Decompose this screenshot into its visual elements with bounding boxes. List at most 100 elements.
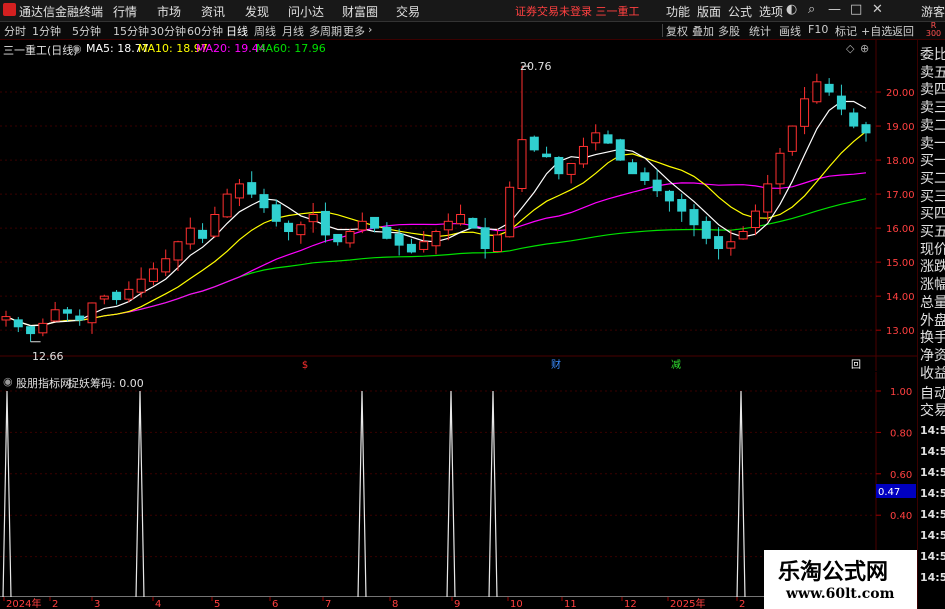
candle-body — [75, 315, 85, 321]
close-icon[interactable]: ✕ — [872, 2, 883, 17]
candle — [234, 178, 244, 207]
draw-line-button[interactable]: 画线 — [779, 23, 801, 39]
chevron-down-icon[interactable]: ◉ — [72, 42, 82, 55]
menu-item-trade[interactable]: 交易 — [396, 3, 420, 20]
indicator-menu-icon[interactable]: ◉ — [3, 375, 13, 388]
tab-monthly[interactable]: 月线 — [282, 23, 304, 39]
kline-chart[interactable]: 20.00 19.00 18.00 17.00 16.00 15.00 14.00 13.00… — [0, 40, 917, 371]
menu-item-quotes[interactable]: 行情 — [113, 3, 137, 20]
time-axis-label: 6 — [272, 599, 278, 609]
event-marker: $ — [302, 360, 308, 371]
candle — [1, 310, 11, 327]
menu-item-formula[interactable]: 公式 — [728, 3, 752, 20]
login-status[interactable]: 证券交易未登录 三一重工 — [515, 3, 640, 19]
user-label[interactable]: 游客 — [921, 3, 945, 20]
price-axis-label: 14.00 — [886, 292, 915, 303]
mark-button[interactable]: 标记 — [835, 23, 857, 39]
chevron-right-icon[interactable]: › — [368, 23, 372, 36]
minimize-icon[interactable]: — — [828, 2, 841, 17]
menu-item-layout[interactable]: 版面 — [697, 3, 721, 20]
menu-item-discover[interactable]: 发现 — [245, 3, 269, 20]
theme-icon[interactable]: ◐ — [786, 2, 797, 17]
menu-item-market[interactable]: 市场 — [157, 3, 181, 20]
hs300-badge[interactable]: R 300 — [922, 22, 945, 39]
settings-icon[interactable]: ⊕ — [860, 42, 869, 55]
maximize-icon[interactable]: □ — [850, 2, 862, 17]
candle-body — [271, 204, 281, 222]
candle-body — [812, 81, 822, 103]
sidebar-auto-trade[interactable]: 交易 — [920, 400, 945, 420]
candle-body — [714, 236, 724, 250]
time-axis-label: 2025年 — [670, 597, 705, 609]
menu-item-ask[interactable]: 问小达 — [288, 3, 324, 20]
diamond-icon[interactable]: ◇ — [846, 42, 854, 55]
candle-body — [198, 229, 208, 239]
candle-body — [419, 241, 429, 250]
tab-60min[interactable]: 60分钟 — [187, 23, 223, 39]
candle — [431, 229, 441, 255]
indicator-title: 股朋指标网 — [16, 377, 71, 390]
tab-1min[interactable]: 1分钟 — [32, 23, 61, 39]
candle-body — [640, 172, 650, 181]
price-axis-label: 17.00 — [886, 190, 915, 201]
candle — [529, 135, 539, 152]
event-markers: $ 财 减 回 — [302, 358, 861, 371]
trade-time: 14:56 — [920, 508, 945, 521]
candle — [62, 306, 72, 322]
candle — [124, 281, 134, 303]
candle-body — [112, 291, 122, 301]
price-axis-label: 19.00 — [886, 122, 915, 133]
candle — [112, 290, 122, 305]
candle-body — [308, 214, 318, 223]
tab-daily[interactable]: 日线 — [226, 23, 248, 39]
candle-body — [62, 309, 72, 314]
time-axis-label: 2 — [739, 599, 745, 609]
tab-30min[interactable]: 30分钟 — [150, 23, 186, 39]
tab-5min[interactable]: 5分钟 — [72, 23, 101, 39]
candle — [148, 262, 158, 286]
tab-weekly[interactable]: 周线 — [254, 23, 276, 39]
candle-body — [185, 227, 195, 245]
candle-body — [603, 134, 613, 144]
f10-button[interactable]: F10 — [808, 23, 828, 36]
candle-body — [234, 183, 244, 199]
menu-item-function[interactable]: 功能 — [666, 3, 690, 20]
candle — [812, 73, 822, 104]
candle-body — [664, 190, 674, 202]
menu-item-news[interactable]: 资讯 — [201, 3, 225, 20]
back-button[interactable]: 返回 — [892, 23, 914, 39]
tab-intraday[interactable]: 分时 — [4, 23, 26, 39]
low-price-marker: 12.66 — [32, 350, 64, 363]
candle-body — [370, 216, 380, 229]
candle — [664, 189, 674, 212]
multi-stock-button[interactable]: 多股 — [718, 23, 740, 39]
candle-body — [517, 139, 527, 190]
candle — [296, 221, 306, 244]
add-watchlist-button[interactable]: +自选 — [861, 23, 892, 39]
tab-multi-period[interactable]: 多周期 — [309, 23, 342, 39]
statistics-button[interactable]: 统计 — [749, 23, 771, 39]
trade-time: 14:56 — [920, 550, 945, 563]
overlay-button[interactable]: 叠加 — [692, 23, 714, 39]
tab-more[interactable]: 更多 — [343, 23, 365, 39]
candle-body — [456, 214, 466, 225]
indicator-axis-label: 1.00 — [890, 387, 912, 398]
candle-body — [566, 162, 576, 175]
candle-body — [148, 268, 158, 282]
menu-item-wealth[interactable]: 财富圈 — [342, 3, 378, 20]
candle-body — [591, 132, 601, 144]
search-icon[interactable]: ⌕ — [808, 2, 815, 17]
ma5-line — [5, 100, 867, 327]
time-axis-label: 11 — [564, 599, 577, 609]
signal-spike — [135, 390, 145, 597]
candle-body — [99, 295, 109, 300]
price-axis: 20.00 19.00 18.00 17.00 16.00 15.00 14.00 13.00 — [876, 88, 915, 337]
candle — [173, 240, 183, 272]
adjust-button[interactable]: 复权 — [666, 23, 688, 39]
candle-body — [505, 186, 515, 238]
candle — [861, 121, 871, 142]
signal-spike — [736, 390, 746, 597]
quote-sidebar: 委比 卖五 卖四 卖三 卖二 卖一 买一 买二 买三 买四 买五 现价 涨跌 涨幅 总量 外盘 换手 净资 收益 自动… — [917, 40, 945, 609]
tab-15min[interactable]: 15分钟 — [113, 23, 149, 39]
candle-body — [689, 209, 699, 226]
